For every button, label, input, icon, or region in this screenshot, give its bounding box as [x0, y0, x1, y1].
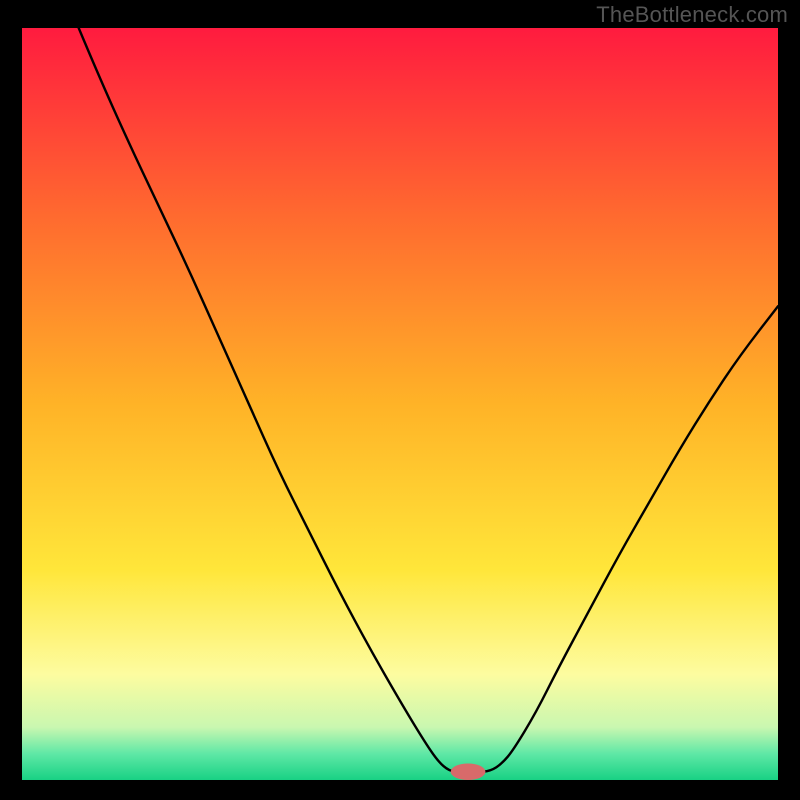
plot-area [22, 28, 778, 780]
minimum-marker [451, 763, 486, 780]
gradient-background [22, 28, 778, 780]
chart-frame: TheBottleneck.com [0, 0, 800, 800]
watermark-text: TheBottleneck.com [596, 2, 788, 28]
bottleneck-chart [22, 28, 778, 780]
